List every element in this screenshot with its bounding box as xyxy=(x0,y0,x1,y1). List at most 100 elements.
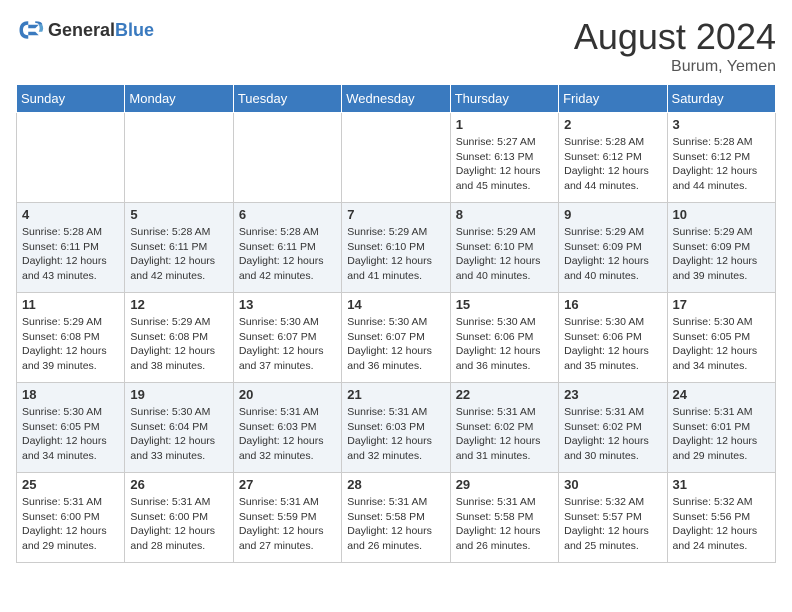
col-header-monday: Monday xyxy=(125,85,233,113)
day-number: 31 xyxy=(673,477,770,492)
day-info: Sunrise: 5:31 AMSunset: 5:59 PMDaylight:… xyxy=(239,495,336,554)
calendar-cell xyxy=(342,113,450,203)
calendar-cell: 5 Sunrise: 5:28 AMSunset: 6:11 PMDaylight… xyxy=(125,203,233,293)
day-number: 12 xyxy=(130,297,227,312)
col-header-sunday: Sunday xyxy=(17,85,125,113)
calendar-cell: 16 Sunrise: 5:30 AMSunset: 6:06 PMDayligh… xyxy=(559,293,667,383)
day-info: Sunrise: 5:30 AMSunset: 6:05 PMDaylight:… xyxy=(673,315,770,374)
calendar-cell: 9 Sunrise: 5:29 AMSunset: 6:09 PMDaylight… xyxy=(559,203,667,293)
calendar-cell: 10 Sunrise: 5:29 AMSunset: 6:09 PMDayligh… xyxy=(667,203,775,293)
calendar-cell: 21 Sunrise: 5:31 AMSunset: 6:03 PMDayligh… xyxy=(342,383,450,473)
day-info: Sunrise: 5:29 AMSunset: 6:09 PMDaylight:… xyxy=(673,225,770,284)
day-info: Sunrise: 5:31 AMSunset: 6:00 PMDaylight:… xyxy=(22,495,119,554)
day-info: Sunrise: 5:29 AMSunset: 6:08 PMDaylight:… xyxy=(22,315,119,374)
week-row-2: 4 Sunrise: 5:28 AMSunset: 6:11 PMDaylight… xyxy=(17,203,776,293)
day-info: Sunrise: 5:28 AMSunset: 6:12 PMDaylight:… xyxy=(673,135,770,194)
day-number: 2 xyxy=(564,117,661,132)
day-info: Sunrise: 5:30 AMSunset: 6:06 PMDaylight:… xyxy=(456,315,553,374)
day-info: Sunrise: 5:28 AMSunset: 6:11 PMDaylight:… xyxy=(130,225,227,284)
day-info: Sunrise: 5:32 AMSunset: 5:57 PMDaylight:… xyxy=(564,495,661,554)
location: Burum, Yemen xyxy=(574,58,776,76)
calendar-cell: 13Sunrise: 5:30 AMSunset: 6:07 PMDayligh… xyxy=(233,293,341,383)
calendar-table: SundayMondayTuesdayWednesdayThursdayFrid… xyxy=(16,84,776,563)
day-number: 16 xyxy=(564,297,661,312)
week-row-4: 18 Sunrise: 5:30 AMSunset: 6:05 PMDayligh… xyxy=(17,383,776,473)
week-row-1: 1 Sunrise: 5:27 AMSunset: 6:13 PMDaylight… xyxy=(17,113,776,203)
calendar-cell: 17 Sunrise: 5:30 AMSunset: 6:05 PMDayligh… xyxy=(667,293,775,383)
calendar-cell: 15Sunrise: 5:30 AMSunset: 6:06 PMDayligh… xyxy=(450,293,558,383)
calendar-cell xyxy=(17,113,125,203)
day-number: 6 xyxy=(239,207,336,222)
calendar-cell: 25 Sunrise: 5:31 AMSunset: 6:00 PMDayligh… xyxy=(17,473,125,563)
day-number: 20 xyxy=(239,387,336,402)
day-number: 5 xyxy=(130,207,227,222)
day-info: Sunrise: 5:31 AMSunset: 6:03 PMDaylight:… xyxy=(347,405,444,464)
day-info: Sunrise: 5:28 AMSunset: 6:12 PMDaylight:… xyxy=(564,135,661,194)
day-info: Sunrise: 5:31 AMSunset: 6:02 PMDaylight:… xyxy=(456,405,553,464)
calendar-cell: 2 Sunrise: 5:28 AMSunset: 6:12 PMDaylight… xyxy=(559,113,667,203)
day-info: Sunrise: 5:28 AMSunset: 6:11 PMDaylight:… xyxy=(239,225,336,284)
day-info: Sunrise: 5:28 AMSunset: 6:11 PMDaylight:… xyxy=(22,225,119,284)
day-number: 27 xyxy=(239,477,336,492)
day-info: Sunrise: 5:31 AMSunset: 5:58 PMDaylight:… xyxy=(347,495,444,554)
col-header-friday: Friday xyxy=(559,85,667,113)
day-info: Sunrise: 5:27 AMSunset: 6:13 PMDaylight:… xyxy=(456,135,553,194)
day-info: Sunrise: 5:29 AMSunset: 6:09 PMDaylight:… xyxy=(564,225,661,284)
week-row-5: 25 Sunrise: 5:31 AMSunset: 6:00 PMDayligh… xyxy=(17,473,776,563)
calendar-cell xyxy=(125,113,233,203)
calendar-cell: 20 Sunrise: 5:31 AMSunset: 6:03 PMDayligh… xyxy=(233,383,341,473)
day-info: Sunrise: 5:29 AMSunset: 6:10 PMDaylight:… xyxy=(456,225,553,284)
calendar-cell: 26Sunrise: 5:31 AMSunset: 6:00 PMDayligh… xyxy=(125,473,233,563)
day-number: 9 xyxy=(564,207,661,222)
day-number: 11 xyxy=(22,297,119,312)
calendar-cell: 23Sunrise: 5:31 AMSunset: 6:02 PMDayligh… xyxy=(559,383,667,473)
day-number: 19 xyxy=(130,387,227,402)
day-number: 3 xyxy=(673,117,770,132)
day-number: 30 xyxy=(564,477,661,492)
day-number: 10 xyxy=(673,207,770,222)
calendar-cell: 27 Sunrise: 5:31 AMSunset: 5:59 PMDayligh… xyxy=(233,473,341,563)
day-number: 29 xyxy=(456,477,553,492)
calendar-cell: 1 Sunrise: 5:27 AMSunset: 6:13 PMDaylight… xyxy=(450,113,558,203)
calendar-cell: 7Sunrise: 5:29 AMSunset: 6:10 PMDaylight… xyxy=(342,203,450,293)
day-info: Sunrise: 5:30 AMSunset: 6:07 PMDaylight:… xyxy=(239,315,336,374)
day-info: Sunrise: 5:30 AMSunset: 6:04 PMDaylight:… xyxy=(130,405,227,464)
day-number: 21 xyxy=(347,387,444,402)
col-header-saturday: Saturday xyxy=(667,85,775,113)
calendar-cell: 6 Sunrise: 5:28 AMSunset: 6:11 PMDaylight… xyxy=(233,203,341,293)
day-info: Sunrise: 5:30 AMSunset: 6:07 PMDaylight:… xyxy=(347,315,444,374)
day-number: 22 xyxy=(456,387,553,402)
day-info: Sunrise: 5:30 AMSunset: 6:06 PMDaylight:… xyxy=(564,315,661,374)
calendar-cell xyxy=(233,113,341,203)
logo-text: GeneralBlue xyxy=(48,20,154,41)
calendar-cell: 18 Sunrise: 5:30 AMSunset: 6:05 PMDayligh… xyxy=(17,383,125,473)
day-number: 17 xyxy=(673,297,770,312)
day-number: 18 xyxy=(22,387,119,402)
day-number: 1 xyxy=(456,117,553,132)
col-header-tuesday: Tuesday xyxy=(233,85,341,113)
calendar-cell: 19 Sunrise: 5:30 AMSunset: 6:04 PMDayligh… xyxy=(125,383,233,473)
col-header-wednesday: Wednesday xyxy=(342,85,450,113)
day-info: Sunrise: 5:31 AMSunset: 5:58 PMDaylight:… xyxy=(456,495,553,554)
day-info: Sunrise: 5:31 AMSunset: 6:02 PMDaylight:… xyxy=(564,405,661,464)
month-year: August 2024 xyxy=(574,16,776,58)
day-info: Sunrise: 5:29 AMSunset: 6:10 PMDaylight:… xyxy=(347,225,444,284)
day-number: 28 xyxy=(347,477,444,492)
calendar-cell: 31 Sunrise: 5:32 AMSunset: 5:56 PMDayligh… xyxy=(667,473,775,563)
day-info: Sunrise: 5:31 AMSunset: 6:03 PMDaylight:… xyxy=(239,405,336,464)
day-info: Sunrise: 5:31 AMSunset: 6:00 PMDaylight:… xyxy=(130,495,227,554)
calendar-cell: 3 Sunrise: 5:28 AMSunset: 6:12 PMDaylight… xyxy=(667,113,775,203)
logo: GeneralBlue xyxy=(16,16,154,44)
day-number: 25 xyxy=(22,477,119,492)
calendar-cell: 29 Sunrise: 5:31 AMSunset: 5:58 PMDayligh… xyxy=(450,473,558,563)
day-info: Sunrise: 5:30 AMSunset: 6:05 PMDaylight:… xyxy=(22,405,119,464)
logo-icon xyxy=(16,16,44,44)
col-header-thursday: Thursday xyxy=(450,85,558,113)
calendar-cell: 12Sunrise: 5:29 AMSunset: 6:08 PMDayligh… xyxy=(125,293,233,383)
header-row: SundayMondayTuesdayWednesdayThursdayFrid… xyxy=(17,85,776,113)
week-row-3: 11 Sunrise: 5:29 AMSunset: 6:08 PMDayligh… xyxy=(17,293,776,383)
day-info: Sunrise: 5:31 AMSunset: 6:01 PMDaylight:… xyxy=(673,405,770,464)
calendar-cell: 8Sunrise: 5:29 AMSunset: 6:10 PMDaylight… xyxy=(450,203,558,293)
day-info: Sunrise: 5:32 AMSunset: 5:56 PMDaylight:… xyxy=(673,495,770,554)
day-number: 4 xyxy=(22,207,119,222)
